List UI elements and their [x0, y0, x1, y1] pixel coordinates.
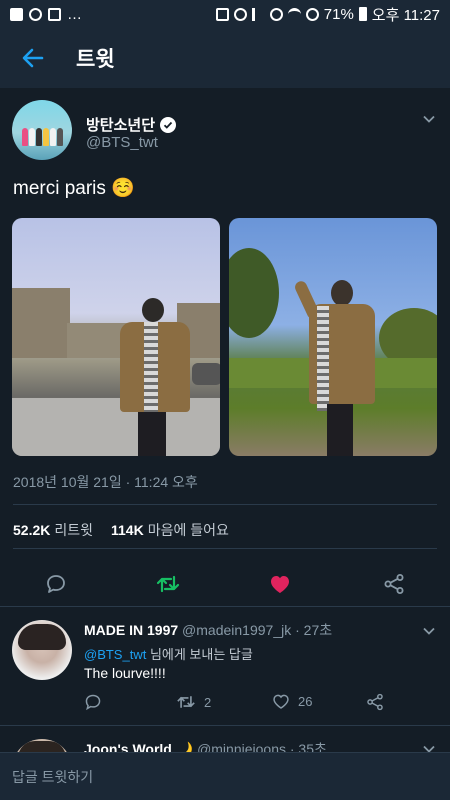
reply-header: MADE IN 1997 @madein1997_jk · 27초	[84, 620, 332, 640]
share-icon	[384, 574, 404, 594]
tweet-stats: 52.2K 리트윗 114K 마음에 들어요	[13, 520, 229, 540]
block-icon	[305, 7, 319, 21]
tweet-actions	[0, 564, 450, 604]
status-left: …	[10, 6, 82, 23]
person-legs	[327, 404, 353, 456]
back-button[interactable]	[18, 43, 48, 73]
retweet-label: 리트윗	[54, 522, 93, 538]
author-name-label: 방탄소년단	[86, 117, 156, 134]
reply-tweet[interactable]: MADE IN 1997 @madein1997_jk · 27초 @BTS_t…	[0, 607, 450, 725]
clock: 오후 11:27	[371, 6, 440, 24]
reply-icon	[47, 575, 65, 593]
wifi-icon	[287, 7, 301, 21]
like-icon	[273, 694, 289, 709]
person-head	[142, 298, 164, 322]
reply-retweet-button[interactable]: 2	[176, 693, 211, 711]
reply-author-handle[interactable]: @madein1997_jk	[182, 622, 291, 638]
reply-button[interactable]	[44, 572, 68, 596]
tweet-photo-1[interactable]	[12, 218, 220, 456]
louvre-building-left	[12, 288, 70, 358]
page-title: 트윗	[76, 48, 115, 71]
louvre-building-mid	[67, 323, 127, 358]
reply-time: · 27초	[295, 622, 333, 638]
reply-reply-button[interactable]	[84, 693, 102, 711]
reply-avatar[interactable]	[12, 620, 72, 680]
clipboard-icon	[48, 7, 61, 21]
reply-avatar[interactable]	[12, 739, 72, 752]
chevron-down-icon[interactable]	[422, 742, 436, 752]
mute-icon	[251, 7, 265, 21]
reply-time: · 35초	[289, 741, 327, 752]
reply-text: The lourve!!!!	[84, 665, 166, 681]
reply-composer-placeholder: 답글 트윗하기	[12, 768, 94, 785]
nfc-icon	[215, 7, 229, 21]
tweet-text: merci paris ☺️	[13, 178, 135, 199]
reply-to-line: @BTS_twt 님에게 보내는 답글	[84, 644, 253, 663]
person-scarf	[317, 306, 329, 411]
reply-like-count: 26	[298, 694, 313, 709]
status-right: 71% 오후 11:27	[215, 4, 440, 25]
retweet-count: 52.2K	[13, 522, 51, 538]
chat-icon	[29, 7, 42, 21]
app-bar: 트윗	[0, 28, 450, 88]
divider	[13, 504, 437, 505]
sync-icon	[233, 7, 247, 21]
battery-percent: 71%	[323, 5, 354, 23]
avatar-hair	[18, 741, 66, 752]
share-button[interactable]	[382, 572, 406, 596]
reply-author-name[interactable]: Joon's World 🌙	[84, 741, 193, 752]
like-button[interactable]	[268, 572, 292, 596]
person-legs	[138, 412, 166, 456]
verified-badge-icon	[160, 116, 177, 133]
battery-icon	[358, 7, 367, 21]
divider	[13, 548, 437, 549]
reply-share-button[interactable]	[366, 693, 384, 711]
reply-like-button[interactable]: 26	[272, 693, 312, 710]
tweet-detail: 방탄소년단 @BTS_twt merci paris ☺️ 2018년 10월 …	[0, 88, 450, 608]
reply-composer[interactable]: 답글 트윗하기	[0, 752, 450, 800]
like-stat[interactable]: 114K 마음에 들어요	[111, 520, 229, 540]
chevron-down-icon[interactable]	[422, 624, 436, 638]
author-avatar[interactable]	[12, 100, 72, 160]
share-icon	[367, 693, 383, 711]
parked-car	[192, 363, 220, 385]
author-handle[interactable]: @BTS_twt	[86, 134, 158, 151]
reply-retweet-count: 2	[204, 694, 212, 710]
reply-author-name[interactable]: MADE IN 1997	[84, 622, 178, 638]
reply-tweet[interactable]: Joon's World 🌙 @minniejoons · 35초	[0, 726, 450, 752]
tweet-photo-2[interactable]	[229, 218, 437, 456]
back-arrow-icon	[22, 48, 44, 68]
tree-left	[229, 248, 279, 338]
reply-to-suffix: 님에게 보내는 답글	[146, 647, 253, 662]
person-head	[331, 280, 353, 306]
retweet-stat[interactable]: 52.2K 리트윗	[13, 520, 93, 540]
chevron-down-icon[interactable]	[422, 112, 436, 126]
reply-author-handle[interactable]: @minniejoons	[197, 741, 286, 752]
like-count: 114K	[111, 522, 144, 538]
retweet-icon	[156, 575, 180, 593]
reply-to-mention[interactable]: @BTS_twt	[84, 647, 146, 662]
alarm-icon	[269, 7, 283, 21]
tweet-timestamp: 2018년 10월 21일 · 11:24 오후	[13, 474, 198, 490]
retweet-icon	[177, 696, 195, 708]
reply-header: Joon's World 🌙 @minniejoons · 35초	[84, 739, 327, 752]
retweet-button[interactable]	[156, 572, 180, 596]
like-label: 마음에 들어요	[147, 522, 229, 538]
more-icon: …	[67, 5, 82, 23]
reply-icon	[85, 694, 101, 711]
avatar-hair	[18, 624, 66, 650]
status-bar: … 71% 오후 11:27	[0, 0, 450, 28]
like-icon	[271, 576, 289, 593]
author-name[interactable]: 방탄소년단	[86, 114, 177, 135]
gallery-icon	[10, 7, 23, 21]
